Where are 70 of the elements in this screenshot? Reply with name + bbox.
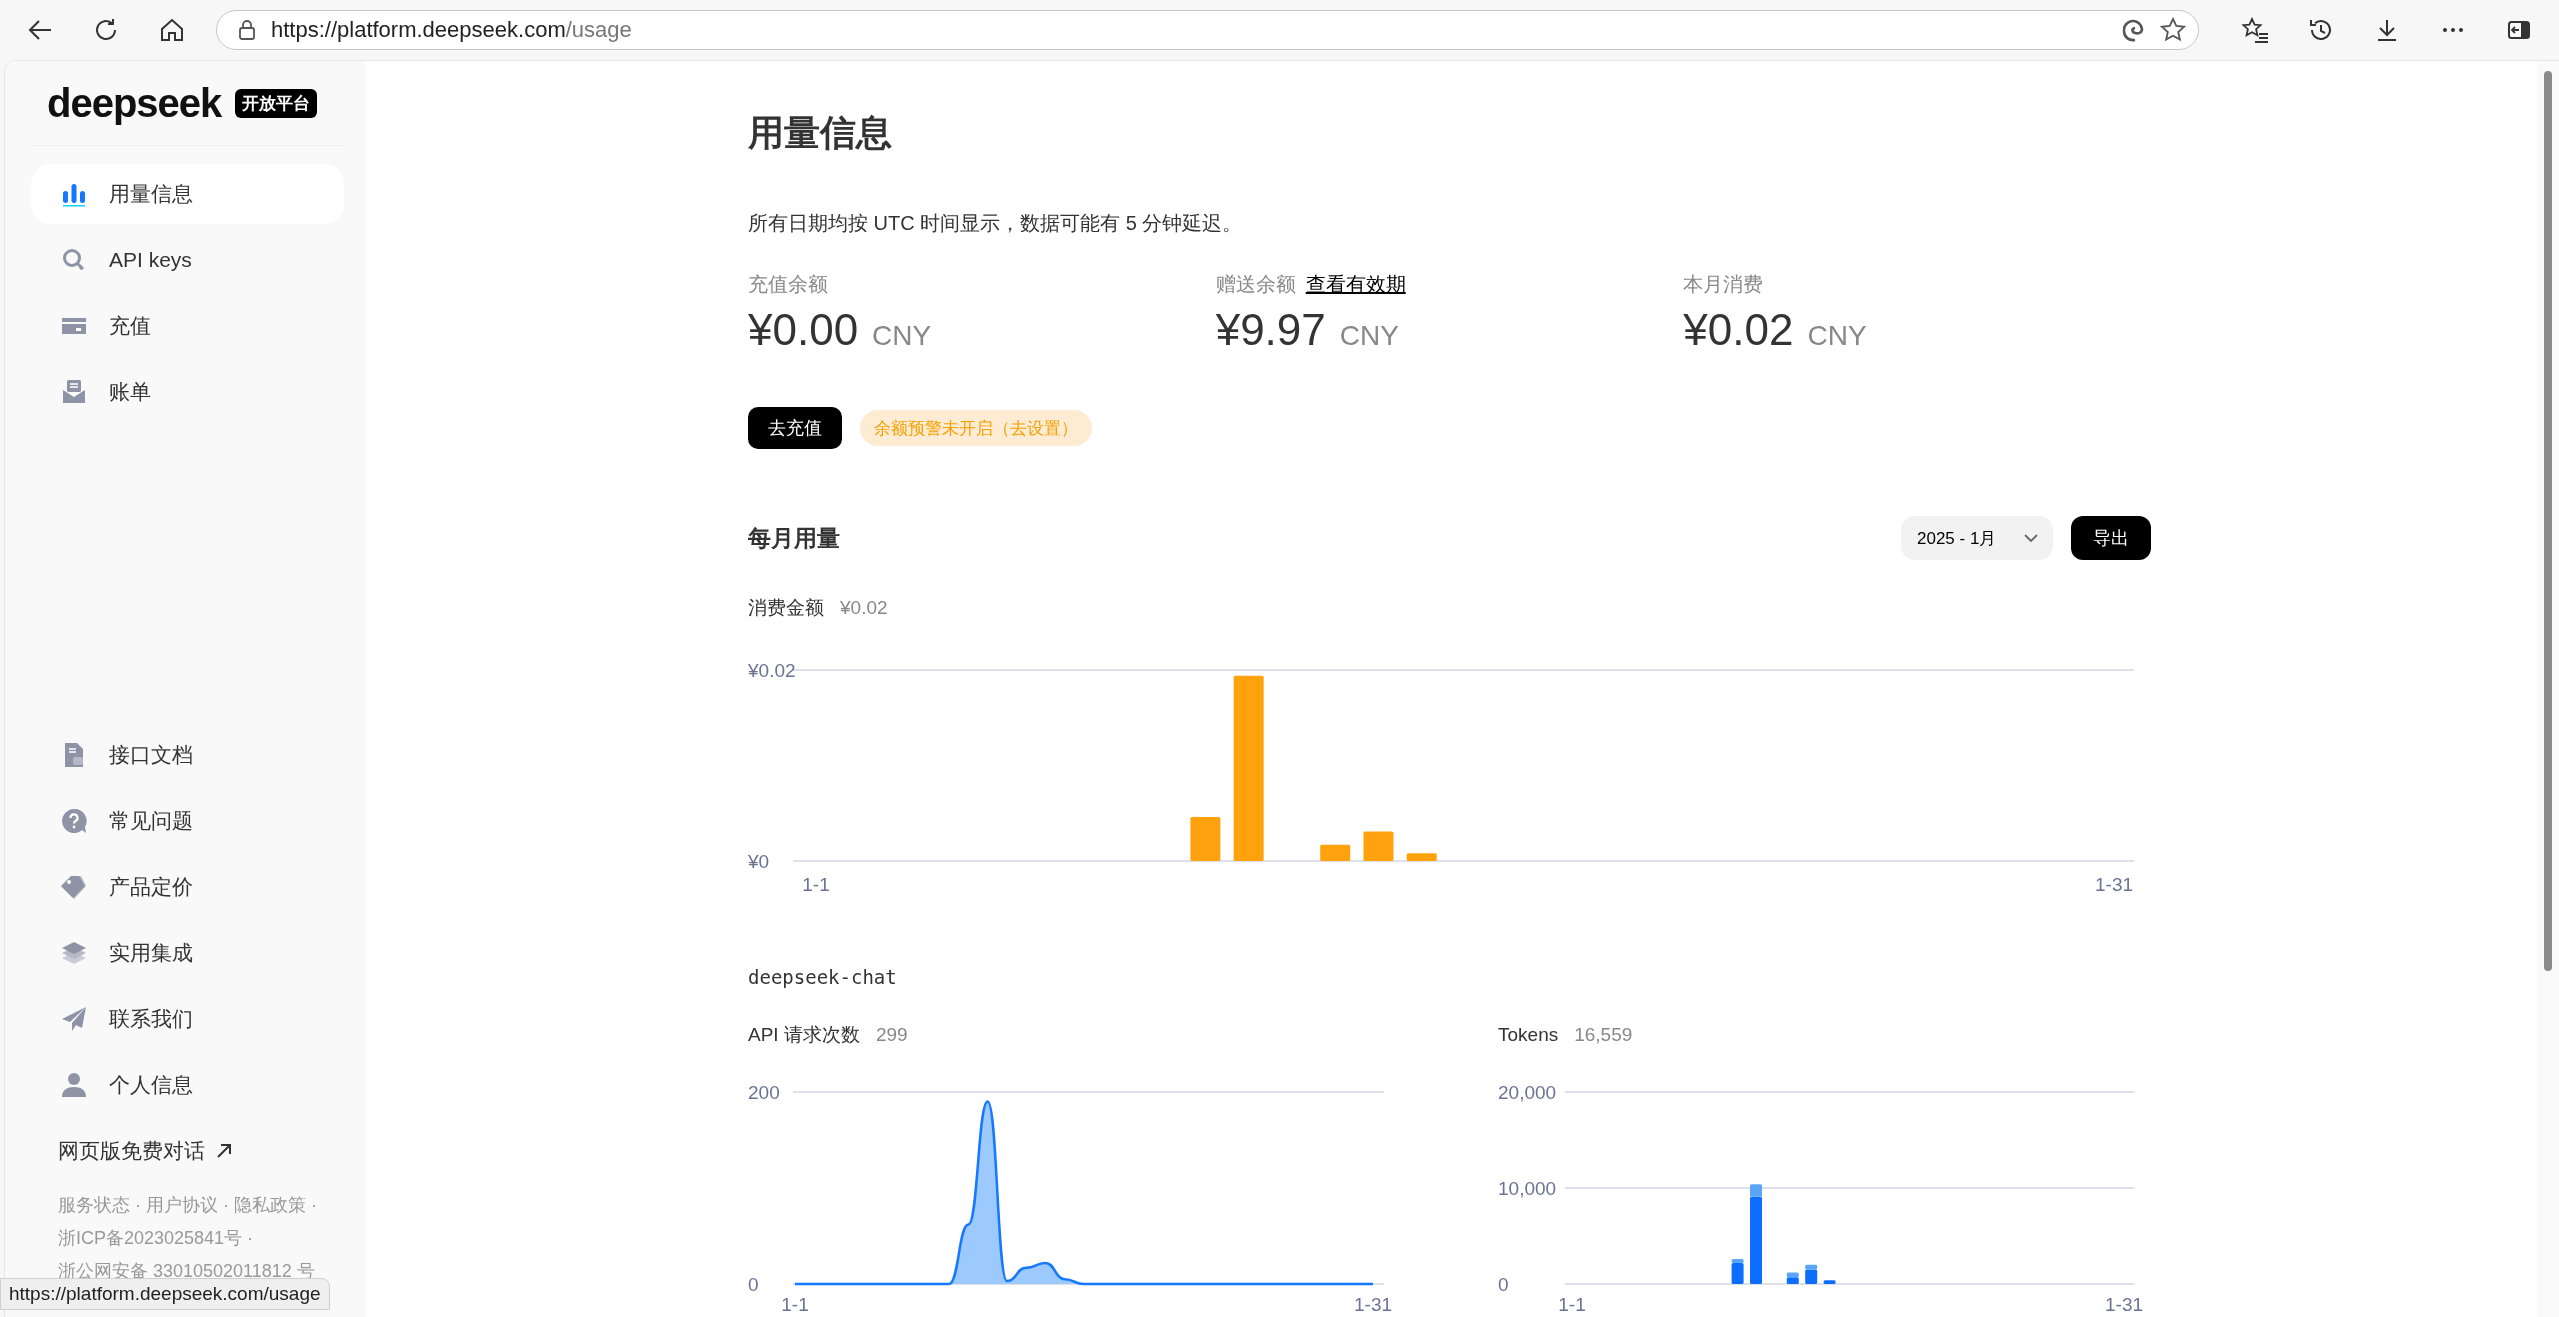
- sidebar-item[interactable]: 充值: [31, 296, 344, 356]
- tag-icon: [61, 874, 87, 900]
- page-title: 用量信息: [748, 111, 893, 155]
- external-arrow-icon: [215, 1142, 233, 1160]
- validity-link[interactable]: 查看有效期: [1305, 272, 1406, 296]
- sidebar-item[interactable]: API keys: [31, 230, 344, 290]
- inbox-icon: [61, 379, 87, 405]
- help-icon: [61, 808, 87, 834]
- chart-total: ¥0.02: [840, 596, 888, 620]
- section-title: 每月用量: [748, 523, 841, 553]
- sidebar-item[interactable]: 用量信息: [31, 164, 344, 224]
- currency-label: CNY: [872, 319, 932, 353]
- person-icon: [61, 1072, 87, 1098]
- topup-button[interactable]: 去充值: [748, 407, 842, 449]
- axis-label: 1-31: [2105, 1294, 2143, 1315]
- balance-label: 充值余额: [748, 272, 828, 296]
- axis-label: ¥0.02: [748, 660, 796, 681]
- axis-label: 1-1: [1558, 1294, 1586, 1315]
- balance-label: 赠送余额: [1215, 272, 1296, 296]
- balance-label: 本月消费: [1683, 272, 1764, 296]
- sidebar-item[interactable]: 接口文档: [31, 725, 344, 785]
- chart-title: Tokens: [1498, 1023, 1559, 1047]
- sidebar-item[interactable]: 个人信息: [31, 1055, 344, 1115]
- chart-total: 299: [875, 1023, 908, 1047]
- timezone-notice: 所有日期均按 UTC 时间显示，数据可能有 5 分钟延迟。: [748, 211, 1244, 235]
- more-icon: [2443, 28, 2463, 32]
- axis-label: 0: [748, 1274, 759, 1295]
- refresh-icon: [93, 17, 119, 43]
- axis-label: 20,000: [1498, 1082, 1557, 1103]
- axis-label: 200: [748, 1082, 780, 1103]
- star-list-icon: [2241, 17, 2269, 43]
- url-text: https://platform.deepseek.com/usage: [271, 17, 633, 43]
- sidebar-item[interactable]: 账单: [31, 362, 344, 422]
- sidebar-item[interactable]: 产品定价: [31, 857, 344, 917]
- swirl-icon[interactable]: [2120, 17, 2146, 43]
- chevron-down-icon: [2023, 533, 2039, 543]
- axis-label: 10,000: [1498, 1178, 1557, 1199]
- address-bar[interactable]: https://platform.deepseek.com/usage: [216, 10, 2199, 50]
- model-name: deepseek-chat: [748, 965, 898, 989]
- month-select[interactable]: 2025 - 1月: [1901, 516, 2053, 560]
- platform-badge: 开放平台: [235, 88, 318, 118]
- sidebar-item[interactable]: 实用集成: [31, 923, 344, 983]
- balance-amount: ¥0.02: [1683, 304, 1794, 356]
- balance-amount: ¥9.97: [1215, 304, 1326, 356]
- axis-label: 1-1: [802, 874, 830, 895]
- history-icon: [2308, 17, 2334, 43]
- currency-label: CNY: [1807, 319, 1867, 353]
- chart-title: API 请求次数: [748, 1023, 860, 1047]
- axis-label: 1-1: [781, 1294, 809, 1315]
- web-chat-link[interactable]: 网页版免费对话: [31, 1121, 344, 1181]
- axis-label: 1-31: [1354, 1294, 1392, 1315]
- chart-title: 消费金额: [748, 596, 824, 620]
- paper-plane-icon: [61, 1006, 87, 1032]
- balance-amount: ¥0.00: [748, 304, 859, 356]
- chart-total: 16,559: [1574, 1023, 1633, 1047]
- axis-label: 1-31: [2095, 874, 2133, 895]
- layers-icon: [61, 940, 87, 966]
- sidebar-item[interactable]: 常见问题: [31, 791, 344, 851]
- lock-icon: [237, 19, 257, 41]
- axis-label: ¥0: [748, 851, 770, 872]
- sidebar-item[interactable]: 联系我们: [31, 989, 344, 1049]
- star-icon[interactable]: [2160, 17, 2186, 43]
- home-icon: [159, 17, 185, 43]
- currency-label: CNY: [1339, 319, 1399, 353]
- bar-chart-icon: [61, 181, 87, 207]
- axis-label: 0: [1498, 1274, 1509, 1295]
- scrollbar-thumb[interactable]: [2544, 71, 2552, 971]
- export-button[interactable]: 导出: [2071, 516, 2151, 560]
- logo[interactable]: deepseek: [47, 80, 222, 126]
- link-status-tooltip: https://platform.deepseek.com/usage: [0, 1278, 330, 1310]
